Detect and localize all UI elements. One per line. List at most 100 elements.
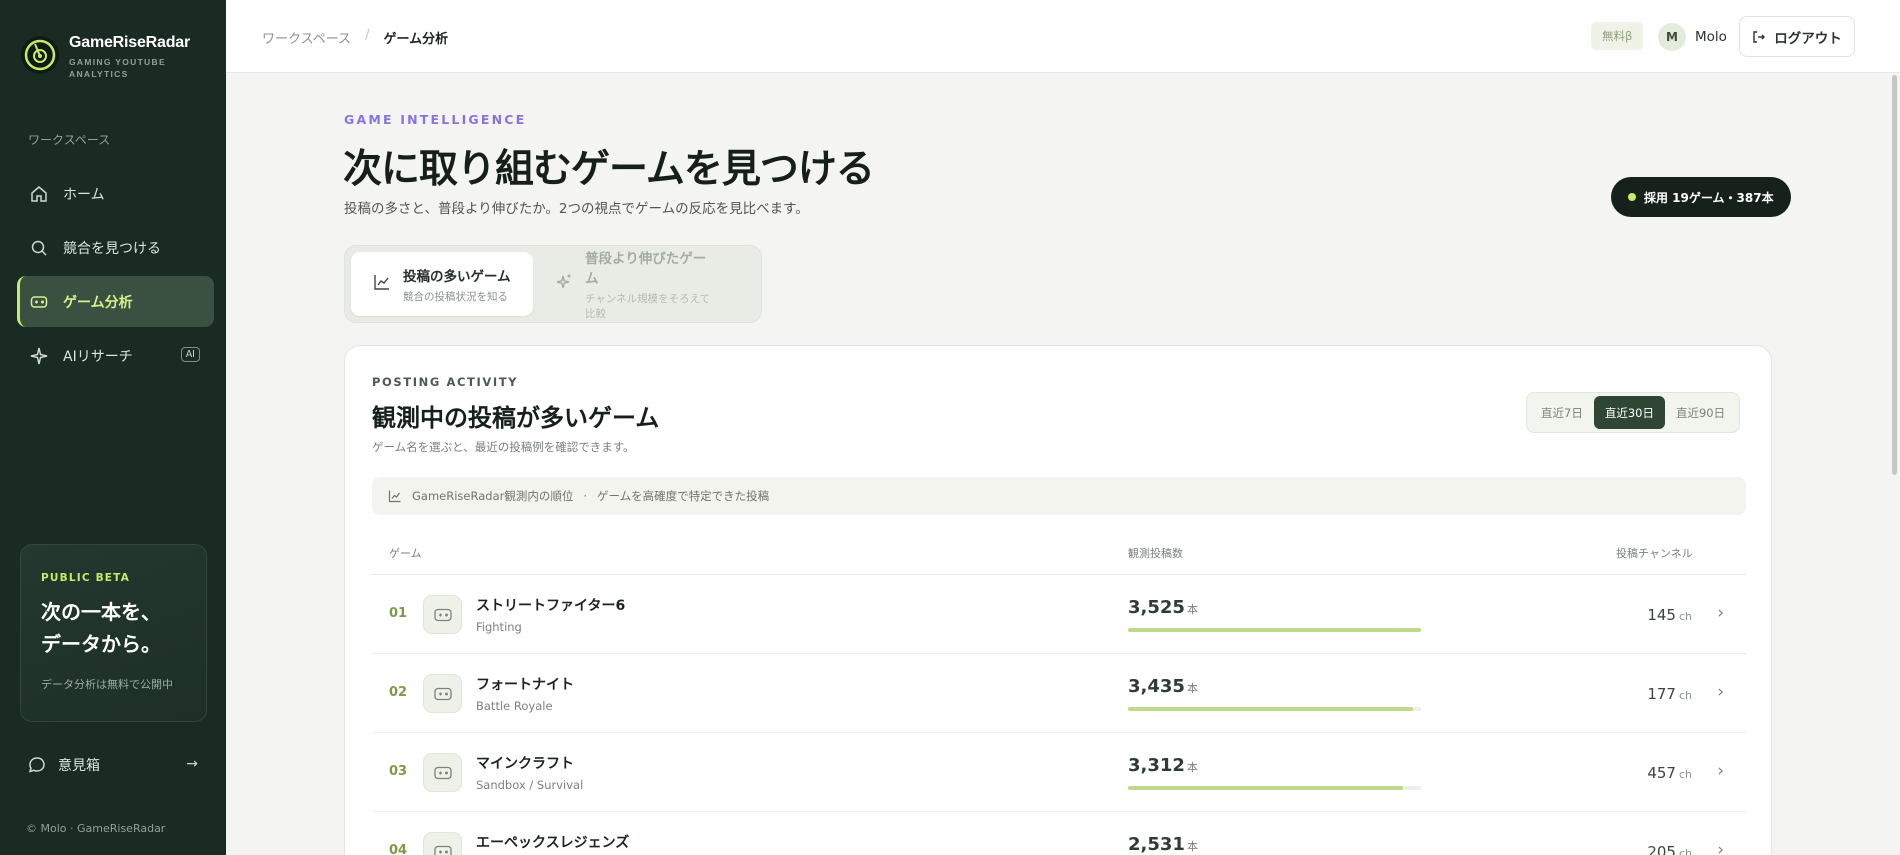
logout-icon	[1752, 30, 1766, 44]
copyright: © Molo · GameRiseRadar	[26, 822, 166, 835]
post-count-bar	[1128, 786, 1421, 790]
ai-badge: AI	[180, 347, 200, 362]
breadcrumb-separator: /	[365, 28, 370, 43]
chevron-right-icon: ›	[1717, 682, 1724, 702]
channel-count: 177 ch	[1647, 685, 1692, 703]
tab-outperforming[interactable]: 普段より伸びたゲーム チャンネル規模をそろえて比較	[533, 251, 715, 320]
avatar[interactable]: M	[1658, 23, 1686, 51]
line-chart-icon	[373, 273, 391, 295]
breadcrumb: ワークスペース / ゲーム分析	[262, 28, 448, 47]
sidebar-item-label: ゲーム分析	[63, 294, 133, 311]
chevron-right-icon: ›	[1717, 603, 1724, 623]
post-unit: 本	[1186, 761, 1198, 774]
note-separator: ·	[583, 489, 588, 503]
range-90d-button[interactable]: 直近90日	[1665, 396, 1736, 429]
post-count-value: 2,531	[1128, 834, 1185, 855]
beta-label: PUBLIC BETA	[41, 572, 131, 584]
sidebar-item-home[interactable]: ホーム	[17, 168, 214, 219]
free-beta-badge: 無料β	[1591, 22, 1644, 50]
channel-count-value: 205	[1647, 843, 1676, 855]
tab-title: 普段より伸びたゲーム	[585, 251, 707, 287]
breadcrumb-current: ゲーム分析	[383, 32, 449, 47]
search-icon	[29, 238, 49, 258]
game-name: ストリートファイター6	[476, 598, 626, 614]
channel-count-value: 457	[1647, 764, 1676, 782]
post-count-bar-fill	[1128, 707, 1414, 711]
range-30d-button[interactable]: 直近30日	[1593, 396, 1665, 429]
post-count-value: 3,525	[1128, 597, 1185, 618]
sidebar-item-label: 競合を見つける	[63, 240, 161, 257]
gamepad-icon	[423, 674, 462, 713]
scrollbar-thumb[interactable]	[1892, 75, 1897, 475]
tab-subtitle: 競合の投稿状況を知る	[403, 290, 508, 303]
chat-bubble-icon	[28, 756, 46, 774]
chevron-right-icon: ›	[1717, 840, 1724, 855]
post-count: 3,435 本	[1128, 676, 1198, 697]
sidebar-item-competitors[interactable]: 競合を見つける	[17, 222, 214, 273]
tab-title: 投稿の多いゲーム	[403, 268, 511, 285]
channel-unit: ch	[1678, 610, 1692, 623]
gamepad-icon	[423, 595, 462, 634]
game-name: フォートナイト	[476, 677, 574, 693]
rank: 01	[389, 606, 408, 621]
beta-title: 次の一本を、 データから。	[41, 596, 186, 660]
post-count-bar-fill	[1128, 786, 1404, 790]
tab-subtitle: チャンネル規模をそろえて比較	[585, 293, 711, 320]
post-unit: 本	[1186, 603, 1198, 616]
username: Molo	[1695, 29, 1727, 45]
time-range-selector: 直近7日 直近30日 直近90日	[1526, 392, 1741, 433]
card-title: 観測中の投稿が多いゲーム	[372, 404, 660, 432]
sidebar-item-label: AIリサーチ	[63, 348, 133, 365]
sidebar-item-ai-research[interactable]: AIリサーチ AI	[17, 330, 214, 381]
rank: 03	[389, 764, 408, 779]
post-count: 2,531 本	[1128, 834, 1198, 855]
sidebar: GameRiseRadar GAMING YOUTUBE ANALYTICS ワ…	[0, 0, 226, 855]
table-row[interactable]: 04 エーペックスレジェンズ 2,531 本 205 ch ›	[372, 812, 1746, 855]
gamepad-icon	[423, 832, 462, 855]
ranking-note: GameRiseRadar観測内の順位 · ゲームを高確度で特定できた投稿	[372, 477, 1746, 515]
brand[interactable]: GameRiseRadar GAMING YOUTUBE ANALYTICS	[21, 34, 190, 80]
table-row[interactable]: 02 フォートナイト Battle Royale 3,435 本 177 ch ›	[372, 654, 1746, 733]
post-unit: 本	[1186, 682, 1198, 695]
view-tabs: 投稿の多いゲーム 競合の投稿状況を知る 普段より伸びたゲーム チャンネル規模をそ…	[344, 245, 762, 323]
table-header: ゲーム 観測投稿数 投稿チャンネル	[372, 545, 1746, 575]
posting-activity-card: POSTING ACTIVITY 観測中の投稿が多いゲーム ゲーム名を選ぶと、最…	[344, 345, 1772, 855]
sparkle-icon	[29, 346, 49, 366]
sidebar-item-game-analysis[interactable]: ゲーム分析	[17, 276, 214, 327]
logout-label: ログアウト	[1774, 30, 1842, 47]
rank: 02	[389, 685, 408, 700]
note-main: GameRiseRadar観測内の順位	[412, 489, 574, 503]
brand-tagline: GAMING YOUTUBE ANALYTICS	[69, 57, 166, 79]
range-7d-button[interactable]: 直近7日	[1530, 396, 1594, 429]
tab-most-posted[interactable]: 投稿の多いゲーム 競合の投稿状況を知る	[351, 252, 533, 316]
page-subtitle: 投稿の多さと、普段より伸びたか。2つの視点でゲームの反応を見比べます。	[344, 201, 809, 217]
table-row[interactable]: 01 ストリートファイター6 Fighting 3,525 本 145 ch ›	[372, 575, 1746, 654]
page-title: 次に取り組むゲームを見つける	[343, 147, 875, 192]
channel-unit: ch	[1678, 847, 1692, 855]
chevron-right-icon: ›	[1717, 761, 1724, 781]
post-count-bar	[1128, 628, 1421, 632]
post-count-bar-fill	[1128, 628, 1421, 632]
channel-count-value: 145	[1647, 606, 1676, 624]
channel-count-value: 177	[1647, 685, 1676, 703]
feedback-link[interactable]: 意見箱 →	[28, 755, 198, 775]
status-dot-icon	[1628, 193, 1636, 201]
table-row[interactable]: 03 マインクラフト Sandbox / Survival 3,312 本 457…	[372, 733, 1746, 812]
rank: 04	[389, 843, 408, 855]
channel-count: 145 ch	[1647, 606, 1692, 624]
breadcrumb-root[interactable]: ワークスペース	[262, 28, 351, 47]
page-scrollbar[interactable]	[1890, 73, 1900, 855]
sidebar-nav: ホーム 競合を見つける ゲーム分析 AIリサーチ AI	[17, 168, 214, 384]
game-name: エーペックスレジェンズ	[476, 835, 630, 851]
game-name: マインクラフト	[476, 756, 574, 772]
column-posts: 観測投稿数	[1128, 547, 1183, 560]
channel-count: 457 ch	[1647, 764, 1692, 782]
public-beta-card: PUBLIC BETA 次の一本を、 データから。 データ分析は無料で公開中	[20, 544, 207, 722]
post-unit: 本	[1186, 840, 1198, 853]
channel-unit: ch	[1678, 768, 1692, 781]
post-count-value: 3,435	[1128, 676, 1185, 697]
adoption-status-label: 採用 19ゲーム・387本	[1644, 190, 1774, 205]
logout-button[interactable]: ログアウト	[1739, 16, 1855, 57]
beta-note: データ分析は無料で公開中	[41, 678, 173, 691]
channel-unit: ch	[1678, 689, 1692, 702]
